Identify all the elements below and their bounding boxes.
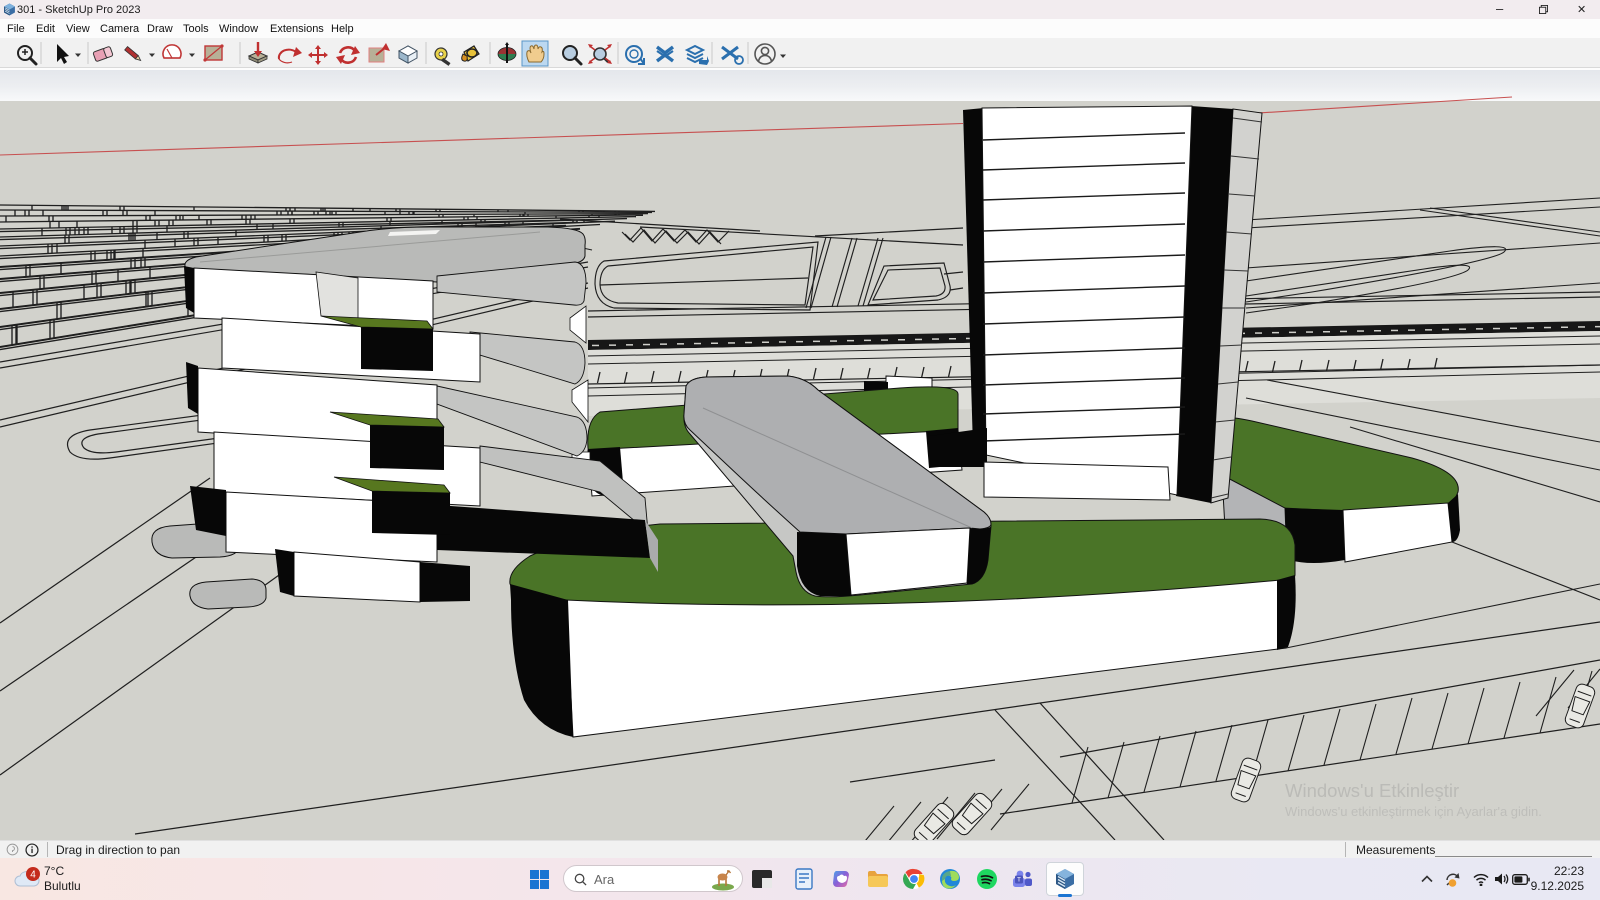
svg-text:T: T (1017, 877, 1021, 884)
svg-text:Windows'u Etkinleştir: Windows'u Etkinleştir (1285, 780, 1459, 801)
svg-text:4: 4 (30, 870, 36, 881)
svg-text:Windows'u etkinleştirmek için: Windows'u etkinleştirmek için Ayarlar'a … (1285, 804, 1542, 819)
